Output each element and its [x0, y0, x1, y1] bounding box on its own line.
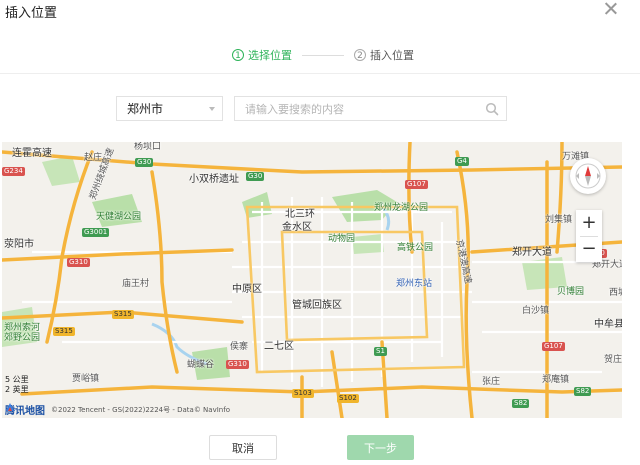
map-label: 郑州龙湖公园	[374, 203, 429, 213]
map-label: 郑庵镇	[542, 375, 570, 385]
map-label: 天健湖公园	[96, 212, 142, 222]
park-area	[42, 156, 80, 186]
map-label: 刘集镇	[545, 215, 573, 225]
map-label: 二七区	[264, 341, 294, 352]
map-label: 白沙镇	[522, 306, 550, 316]
road-shield: S102	[337, 394, 359, 403]
map-label: 贺庄	[604, 355, 622, 365]
road-shield: S315	[53, 327, 75, 336]
road-shield: G30	[135, 158, 154, 167]
map-label: 郑开大道	[512, 247, 552, 258]
map-label: 贾峪镇	[72, 374, 100, 384]
map-label: 连霍高速	[12, 148, 52, 159]
map-label: 郑州索河郊野公园	[4, 323, 41, 343]
step-1-label: 选择位置	[248, 49, 292, 62]
road-shield: G4	[455, 157, 469, 166]
map-scale: 5 公里 2 英里	[5, 375, 29, 395]
search-input[interactable]	[235, 97, 487, 122]
map-label: 张庄	[482, 377, 501, 387]
road-shield: S1	[374, 347, 387, 356]
city-select-value: 郑州市	[127, 102, 164, 116]
map-label: 郑州东站	[396, 279, 433, 289]
road-shield: G30	[246, 172, 265, 181]
scale-mi: 2 英里	[5, 385, 29, 394]
map-label: 中原区	[232, 284, 262, 295]
map-label: 管城回族区	[292, 300, 342, 311]
scale-km: 5 公里	[5, 375, 29, 384]
road-shield: G3001	[82, 228, 110, 237]
map-label: 西坡	[609, 288, 622, 298]
search-icon[interactable]	[485, 102, 499, 116]
dialog-title: 插入位置	[5, 6, 58, 21]
map-label: 荥阳市	[4, 239, 34, 250]
map-label: 高铁公园	[397, 243, 434, 253]
map-label: 庙王村	[122, 279, 150, 289]
step-indicator: 1 选择位置 2 插入位置	[232, 46, 414, 64]
search-box	[234, 96, 507, 122]
road-shield: S82	[574, 387, 592, 396]
road-shield: S82	[512, 399, 530, 408]
road-shield: G310	[226, 360, 249, 369]
header-divider	[0, 73, 640, 74]
park-area	[352, 234, 384, 254]
map-attribution: 腾讯地图 ©2022 Tencent - GS(2022)2224号 - Dat…	[5, 402, 230, 417]
road-shield: G107	[405, 180, 428, 189]
cancel-button[interactable]: 取消	[209, 435, 277, 460]
map-label: 侯寨	[230, 342, 249, 352]
map-label: 小双桥遗址	[189, 174, 239, 185]
road-shield: S103	[292, 389, 314, 398]
map-label: 金水区	[282, 222, 312, 233]
step-2-number: 2	[354, 49, 366, 61]
zoom-in-button[interactable]: +	[576, 210, 602, 236]
road-shield: G234	[2, 167, 25, 176]
road-shield: G107	[542, 342, 565, 351]
zoom-control: + −	[576, 210, 602, 262]
map-label: 杨坝口	[134, 142, 162, 152]
step-connector	[302, 54, 344, 56]
zoom-out-button[interactable]: −	[576, 236, 602, 262]
map-label: 中牟县	[594, 319, 622, 330]
compass-icon	[575, 163, 601, 189]
road-shield: S315	[112, 310, 134, 319]
tencent-map-logo[interactable]: 腾讯地图	[5, 402, 45, 417]
next-step-button[interactable]: 下一步	[347, 435, 414, 460]
map-label: 动物园	[328, 234, 356, 244]
compass-control[interactable]	[570, 158, 606, 194]
road-shield: G310	[67, 258, 90, 267]
step-1: 1 选择位置	[232, 47, 292, 63]
map-label: 蝴蝶谷	[187, 360, 215, 370]
step-2: 2 插入位置	[354, 47, 414, 63]
map-logo-icon	[6, 403, 14, 411]
step-2-label: 插入位置	[370, 49, 414, 62]
step-1-number: 1	[232, 49, 244, 61]
map-view[interactable]: 连霍高速 赵庄 杨坝口 小双桥遗址 天健湖公园 荥阳市 北三环 金水区 郑州龙湖…	[2, 142, 622, 418]
close-icon[interactable]	[602, 0, 620, 18]
map-label: 贝博园	[557, 287, 585, 297]
city-select[interactable]: 郑州市	[116, 96, 223, 121]
insert-location-dialog: 插入位置 1 选择位置 2 插入位置 郑州市 请输入要搜索的内容 连霍高速 赵庄…	[0, 0, 640, 465]
copyright-text: ©2022 Tencent - GS(2022)2224号 - Data© Na…	[51, 405, 230, 414]
chevron-down-icon	[209, 107, 215, 111]
